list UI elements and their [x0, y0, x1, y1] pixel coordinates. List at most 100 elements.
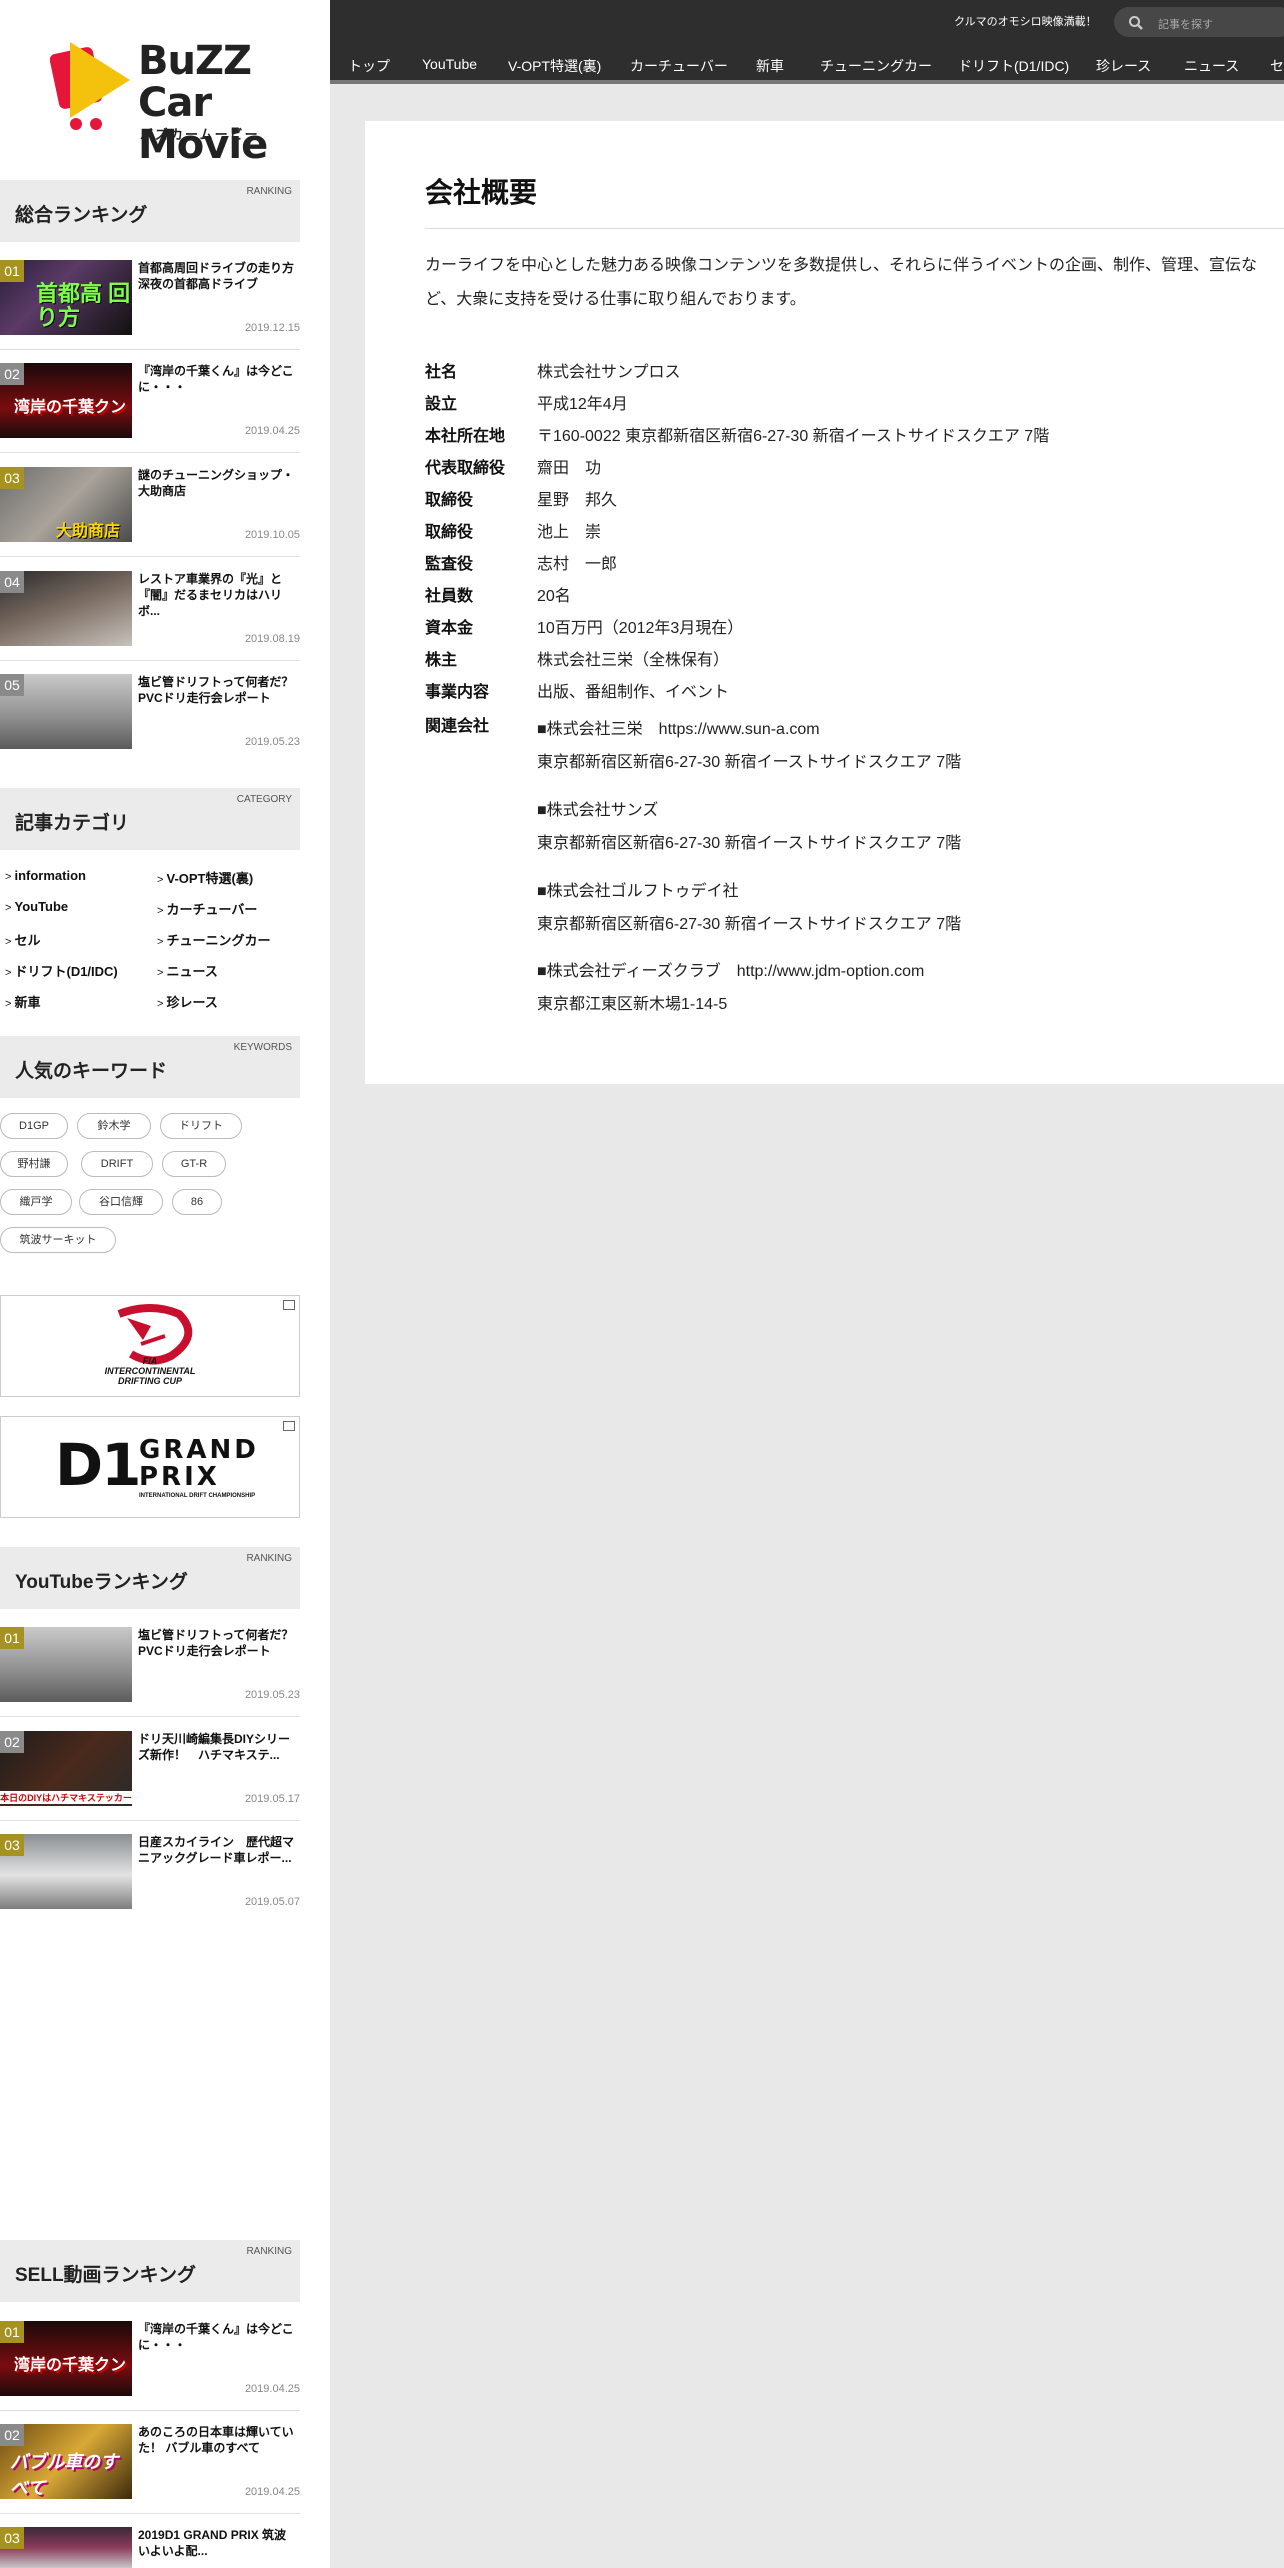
category-link[interactable]: セル [5, 930, 40, 949]
fia-idc-banner[interactable]: FIA INTERCONTINENTAL DRIFTING CUP [0, 1295, 300, 1397]
keyword-tag[interactable]: GT-R [162, 1151, 226, 1177]
logo-play-icon [50, 42, 130, 130]
main-nav: トップ YouTube V-OPT特選(裏) カーチューバー 新車 チューニング… [330, 56, 1284, 76]
nav-item-tuning-car[interactable]: チューニングカー [820, 56, 932, 76]
ranking-item[interactable]: 04 レストア車業界の『光』と『闇』だるまセリカはハリボ... 2019.08.… [0, 571, 300, 661]
rank-number: 05 [0, 674, 24, 696]
profile-label: 事業内容 [425, 684, 490, 701]
ranking-title[interactable]: 2019D1 GRAND PRIX 筑波いよいよ配... [138, 2527, 298, 2559]
title-divider [425, 228, 1284, 229]
ranking-item[interactable]: 首都高 回り方 01 首都高周回ドライブの走り方 深夜の首都高ドライブ 2019… [0, 260, 300, 350]
ranking-title[interactable]: 謎のチューニングショップ・大助商店 [138, 467, 298, 499]
ranking-date: 2019.05.07 [244, 1896, 300, 1908]
banner-text: FIA [142, 1356, 158, 1366]
profile-label: 株主 [425, 652, 458, 669]
ranking-item[interactable]: 05 塩ビ管ドリフトって何者だ？ PVCドリ走行会レポート 2019.05.23 [0, 674, 300, 764]
nav-item-rare-race[interactable]: 珍レース [1096, 56, 1151, 76]
ranking-header: RANKING 総合ランキング [0, 180, 300, 242]
profile-value: 齋田 功 [537, 460, 602, 477]
keyword-tag[interactable]: ドリフト [160, 1113, 242, 1139]
ranking-item[interactable]: 湾岸の千葉クン 01 『湾岸の千葉くん』は今どこに・・・ 2019.04.25 [0, 2321, 300, 2411]
keyword-tag[interactable]: 筑波サーキット [0, 1227, 116, 1253]
ranking-title[interactable]: 日産スカイライン 歴代超マニアックグレード車レポー... [138, 1834, 298, 1866]
category-link[interactable]: information [5, 868, 86, 883]
profile-label: 本社所在地 [425, 428, 506, 445]
logo-subtitle: バズカームービー [140, 127, 260, 142]
nav-item-drift[interactable]: ドリフト(D1/IDC) [958, 56, 1069, 76]
profile-label: 取締役 [425, 492, 474, 509]
divider [0, 1820, 300, 1821]
ranking-item[interactable]: 大助商店 03 謎のチューニングショップ・大助商店 2019.10.05 [0, 467, 300, 557]
ranking-title[interactable]: ドリ天川崎編集長DIYシリーズ新作！ ハチマキステ... [138, 1731, 298, 1763]
ranking-item[interactable]: 本日のDIYはハチマキステッカー 02 ドリ天川崎編集長DIYシリーズ新作！ ハ… [0, 1731, 300, 1821]
nav-item-new-car[interactable]: 新車 [756, 56, 784, 76]
section-tag: CATEGORY [236, 794, 292, 805]
ranking-date: 2019.12.15 [244, 322, 300, 334]
category-link[interactable]: 新車 [5, 992, 40, 1011]
ranking-item[interactable]: 03 2019D1 GRAND PRIX 筑波いよいよ配... [0, 2527, 300, 2568]
ranking-date: 2019.05.23 [244, 1689, 300, 1701]
page-title: 会社概要 [425, 177, 538, 208]
banner-text: INTERCONTINENTAL [104, 1366, 196, 1376]
d1gp-banner[interactable]: D1 GRAND PRIX INTERNATIONAL DRIFT CHAMPI… [0, 1416, 300, 1518]
related-company-name[interactable]: ■株式会社ディーズクラブ http://www.jdm-option.com [537, 957, 924, 981]
nav-item-news[interactable]: ニュース [1184, 56, 1239, 76]
keyword-tag[interactable]: 谷口信輝 [79, 1189, 163, 1215]
profile-label: 資本金 [425, 620, 474, 637]
rank-number: 04 [0, 571, 24, 593]
category-link[interactable]: カーチューバー [157, 899, 257, 918]
ranking-date: 2019.08.19 [244, 633, 300, 645]
keyword-tag[interactable]: DRIFT [81, 1151, 153, 1177]
site-logo[interactable]: BuZZ Car Movie バズカームービー [50, 36, 270, 166]
nav-item-youtube[interactable]: YouTube [422, 56, 477, 72]
ranking-item[interactable]: 03 日産スカイライン 歴代超マニアックグレード車レポー... 2019.05.… [0, 1834, 300, 1924]
search-box[interactable]: 記事を探す [1114, 7, 1284, 37]
keyword-tag[interactable]: 織戸学 [0, 1189, 72, 1215]
ranking-title[interactable]: 『湾岸の千葉くん』は今どこに・・・ [138, 2321, 298, 2353]
keyword-tag[interactable]: 86 [172, 1189, 222, 1215]
keyword-tag[interactable]: D1GP [0, 1113, 68, 1139]
ranking-title[interactable]: あのころの日本車は輝いていた！ バブル車のすべて [138, 2424, 298, 2456]
site-tagline: クルマのオモシロ映像満載！ [954, 16, 1097, 28]
divider [0, 1716, 300, 1717]
ranking-date: 2019.04.25 [244, 2383, 300, 2395]
ranking-item[interactable]: 01 塩ビ管ドリフトって何者だ？ PVCドリ走行会レポート 2019.05.23 [0, 1627, 300, 1717]
category-link[interactable]: チューニングカー [157, 930, 270, 949]
ranking-item[interactable]: バブル車のすべて 02 あのころの日本車は輝いていた！ バブル車のすべて 201… [0, 2424, 300, 2514]
category-link[interactable]: YouTube [5, 899, 68, 914]
logo-wordmark: BuZZ Car Movie [138, 40, 270, 166]
banner-text: PRIX [139, 1462, 220, 1492]
ranking-title[interactable]: 『湾岸の千葉くん』は今どこに・・・ [138, 363, 298, 395]
category-link[interactable]: V-OPT特選(裏) [157, 868, 253, 887]
profile-value: 志村 一郎 [537, 556, 618, 573]
search-input[interactable]: 記事を探す [1158, 16, 1213, 32]
section-tag: RANKING [246, 1553, 292, 1564]
thumbnail-caption: 本日のDIYはハチマキステッカー [0, 1791, 132, 1804]
ranking-title[interactable]: レストア車業界の『光』と『闇』だるまセリカはハリボ... [138, 571, 298, 619]
ranking-item[interactable]: 湾岸の千葉クン 02 『湾岸の千葉くん』は今どこに・・・ 2019.04.25 [0, 363, 300, 453]
related-company-name[interactable]: ■株式会社三栄 https://www.sun-a.com [537, 715, 820, 739]
profile-value: 平成12年4月 [537, 396, 628, 413]
ranking-date: 2019.04.25 [244, 2486, 300, 2498]
divider [0, 2513, 300, 2514]
youtube-ranking-header: RANKING YouTubeランキング [0, 1547, 300, 1609]
category-link[interactable]: ドリフト(D1/IDC) [5, 961, 117, 980]
related-company-name: ■株式会社サンズ [537, 802, 659, 819]
nav-item-more[interactable]: セ [1270, 56, 1284, 76]
search-icon[interactable] [1128, 15, 1144, 31]
profile-label: 設立 [425, 396, 458, 413]
ranking-title[interactable]: 首都高周回ドライブの走り方 深夜の首都高ドライブ [138, 260, 298, 292]
keyword-tag[interactable]: 鈴木学 [77, 1113, 151, 1139]
related-company-name: ■株式会社ゴルフトゥデイ社 [537, 883, 739, 900]
ranking-date: 2019.10.05 [244, 529, 300, 541]
keywords-header: KEYWORDS 人気のキーワード [0, 1036, 300, 1098]
ranking-title[interactable]: 塩ビ管ドリフトって何者だ？ PVCドリ走行会レポート [138, 1627, 298, 1659]
profile-label: 代表取締役 [425, 460, 506, 477]
nav-item-top[interactable]: トップ [348, 56, 390, 76]
nav-item-vopt[interactable]: V-OPT特選(裏) [508, 56, 601, 76]
category-link[interactable]: ニュース [157, 961, 217, 980]
nav-item-cartuber[interactable]: カーチューバー [630, 56, 728, 76]
category-link[interactable]: 珍レース [157, 992, 217, 1011]
keyword-tag[interactable]: 野村謙 [0, 1151, 68, 1177]
ranking-title[interactable]: 塩ビ管ドリフトって何者だ？ PVCドリ走行会レポート [138, 674, 298, 706]
